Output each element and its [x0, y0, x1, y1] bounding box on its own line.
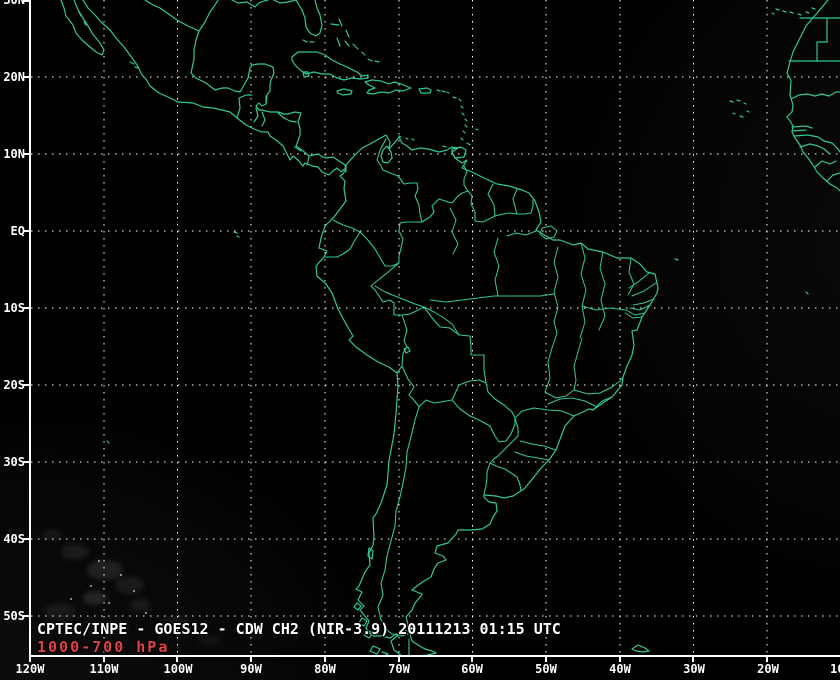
lon-label-70w: 70W: [377, 662, 421, 677]
lon-label-40w: 40W: [598, 662, 642, 677]
lat-label-10s: 10S: [0, 300, 25, 316]
lon-label-100w: 100W: [156, 662, 200, 677]
lon-label-120w: 120W: [8, 662, 52, 677]
lat-label-40s: 40S: [0, 531, 25, 547]
lon-label-80w: 80W: [303, 662, 347, 677]
lon-label-20w: 20W: [746, 662, 790, 677]
lat-label-50s: 50S: [0, 608, 25, 624]
satellite-map-product: 30N 20N 10N EQ 10S 20S 30S 40S 50S 120W …: [0, 0, 840, 680]
lat-label-30n: 30N: [0, 0, 25, 8]
map-canvas: [0, 0, 840, 680]
lat-label-20s: 20S: [0, 377, 25, 393]
lat-label-10n: 10N: [0, 146, 25, 162]
lon-label-90w: 90W: [229, 662, 273, 677]
lat-label-20n: 20N: [0, 69, 25, 85]
left-axis-line: [29, 0, 31, 657]
product-title: CPTEC/INPE - GOES12 - CDW CH2 (NIR-3.9) …: [37, 620, 561, 638]
lon-label-60w: 60W: [450, 662, 494, 677]
lat-label-30s: 30S: [0, 454, 25, 470]
pressure-layer-label: 1000-700 hPa: [37, 638, 169, 656]
lon-label-50w: 50W: [524, 662, 568, 677]
lat-label-eq: EQ: [0, 223, 25, 239]
lon-label-30w: 30W: [672, 662, 716, 677]
lon-label-110w: 110W: [82, 662, 126, 677]
lon-label-10w: 10W: [819, 662, 840, 677]
